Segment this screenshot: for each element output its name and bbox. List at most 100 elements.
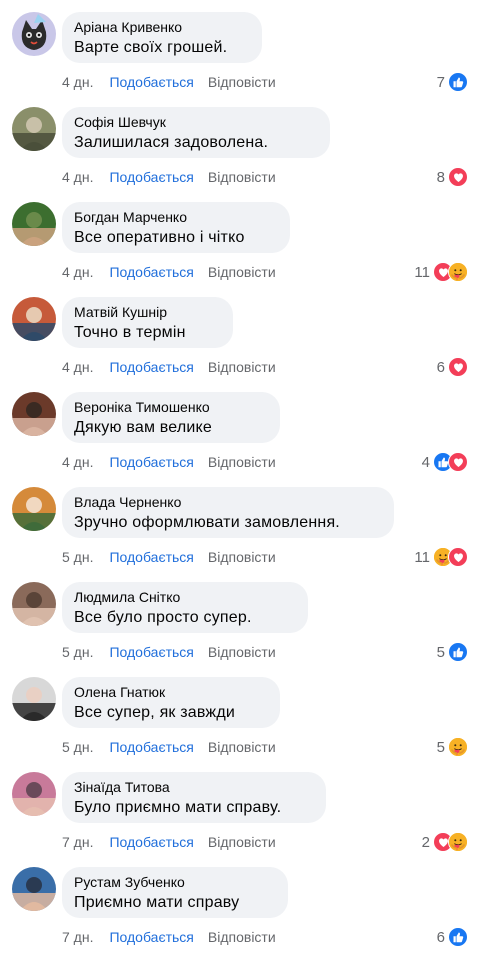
comment-author[interactable]: Аріана Кривенко — [74, 19, 182, 35]
comment-item: Влада Черненко Зручно оформлювати замовле… — [0, 475, 480, 570]
avatar[interactable] — [12, 582, 56, 626]
reaction-count: 6 — [436, 358, 445, 376]
comment-author[interactable]: Олена Гнатюк — [74, 684, 165, 700]
comment-meta: 7 дн. Подобається Відповісти — [62, 929, 276, 945]
like-button[interactable]: Подобається — [109, 549, 193, 565]
reaction-count: 6 — [436, 928, 445, 946]
care-icon — [448, 262, 468, 282]
comment-text: Варте своїх грошей. — [74, 39, 228, 56]
comment-item: Вероніка Тимошенко Дякую вам велике 4 дн. П… — [0, 380, 480, 475]
reactions-summary[interactable]: 6 — [437, 927, 468, 947]
comment-meta: 5 дн. Подобається Відповісти — [62, 549, 276, 565]
avatar[interactable] — [12, 772, 56, 816]
comment-item: Олена Гнатюк Все супер, як завжди 5 дн. Под… — [0, 665, 480, 760]
comment-meta: 4 дн. Подобається Відповісти — [62, 454, 276, 470]
comment-time[interactable]: 5 дн. — [62, 644, 93, 660]
reply-button[interactable]: Відповісти — [208, 929, 276, 945]
comment-author[interactable]: Софія Шевчук — [74, 114, 166, 130]
comment-author[interactable]: Рустам Зубченко — [74, 874, 185, 890]
comment-item: Богдан Марченко Все оперативно і чітко 4 д… — [0, 190, 480, 285]
comment-time[interactable]: 4 дн. — [62, 169, 93, 185]
comment-bubble: Вероніка Тимошенко Дякую вам велике — [62, 392, 280, 443]
like-icon — [448, 927, 468, 947]
comment-time[interactable]: 7 дн. — [62, 834, 93, 850]
reactions-summary[interactable]: 11 — [414, 262, 468, 282]
comment-bubble: Аріана Кривенко Варте своїх грошей. — [62, 12, 262, 63]
reaction-count: 7 — [436, 73, 445, 91]
like-button[interactable]: Подобається — [109, 929, 193, 945]
love-icon — [448, 452, 468, 472]
comment-author[interactable]: Влада Черненко — [74, 494, 181, 510]
reaction-count: 8 — [436, 168, 445, 186]
reply-button[interactable]: Відповісти — [208, 74, 276, 90]
reply-button[interactable]: Відповісти — [208, 454, 276, 470]
comment-author[interactable]: Зінаїда Титова — [74, 779, 170, 795]
like-button[interactable]: Подобається — [109, 264, 193, 280]
comment-time[interactable]: 5 дн. — [62, 739, 93, 755]
reaction-count: 2 — [421, 833, 430, 851]
avatar[interactable] — [12, 677, 56, 721]
comment-meta: 7 дн. Подобається Відповісти — [62, 834, 276, 850]
comment-text: Дякую вам велике — [74, 419, 213, 436]
avatar[interactable] — [12, 202, 56, 246]
comment-bubble: Олена Гнатюк Все супер, як завжди — [62, 677, 280, 728]
comment-time[interactable]: 7 дн. — [62, 929, 93, 945]
like-button[interactable]: Подобається — [109, 74, 193, 90]
reply-button[interactable]: Відповісти — [208, 549, 276, 565]
avatar[interactable] — [12, 392, 56, 436]
comment-bubble: Зінаїда Титова Було приємно мати справу. — [62, 772, 326, 823]
reply-button[interactable]: Відповісти — [208, 169, 276, 185]
reactions-summary[interactable]: 5 — [437, 642, 468, 662]
like-icon — [448, 642, 468, 662]
like-button[interactable]: Подобається — [109, 169, 193, 185]
comment-item: Аріана Кривенко Варте своїх грошей. 4 дн. П… — [0, 0, 480, 95]
comment-time[interactable]: 5 дн. — [62, 549, 93, 565]
like-button[interactable]: Подобається — [109, 834, 193, 850]
reactions-summary[interactable]: 7 — [437, 72, 468, 92]
comment-bubble: Рустам Зубченко Приємно мати справу — [62, 867, 288, 918]
reaction-count: 11 — [414, 548, 430, 566]
comment-text: Все було просто супер. — [74, 609, 252, 626]
love-icon — [448, 357, 468, 377]
like-button[interactable]: Подобається — [109, 739, 193, 755]
like-button[interactable]: Подобається — [109, 454, 193, 470]
reply-button[interactable]: Відповісти — [208, 644, 276, 660]
reactions-summary[interactable]: 8 — [437, 167, 468, 187]
reactions-summary[interactable]: 5 — [437, 737, 468, 757]
comment-time[interactable]: 4 дн. — [62, 454, 93, 470]
comment-meta: 5 дн. Подобається Відповісти — [62, 644, 276, 660]
comment-author[interactable]: Вероніка Тимошенко — [74, 399, 210, 415]
reactions-summary[interactable]: 4 — [422, 452, 468, 472]
comment-time[interactable]: 4 дн. — [62, 74, 93, 90]
comment-time[interactable]: 4 дн. — [62, 264, 93, 280]
comment-author[interactable]: Матвій Кушнір — [74, 304, 167, 320]
comment-meta: 4 дн. Подобається Відповісти — [62, 169, 276, 185]
reply-button[interactable]: Відповісти — [208, 739, 276, 755]
avatar[interactable] — [12, 107, 56, 151]
reply-button[interactable]: Відповісти — [208, 834, 276, 850]
comment-item: Людмила Снітко Все було просто супер. 5 дн… — [0, 570, 480, 665]
like-button[interactable]: Подобається — [109, 644, 193, 660]
avatar[interactable] — [12, 297, 56, 341]
reaction-count: 11 — [414, 263, 430, 281]
comment-author[interactable]: Людмила Снітко — [74, 589, 180, 605]
reactions-summary[interactable]: 11 — [414, 547, 468, 567]
like-button[interactable]: Подобається — [109, 359, 193, 375]
avatar[interactable] — [12, 867, 56, 911]
comment-item: Софія Шевчук Залишилася задоволена. 4 дн. П… — [0, 95, 480, 190]
avatar[interactable] — [12, 487, 56, 531]
comment-meta: 4 дн. Подобається Відповісти — [62, 359, 276, 375]
comment-text: Зручно оформлювати замовлення. — [74, 514, 340, 531]
reply-button[interactable]: Відповісти — [208, 264, 276, 280]
avatar[interactable] — [12, 12, 56, 56]
comment-bubble: Богдан Марченко Все оперативно і чітко — [62, 202, 290, 253]
comment-text: Залишилася задоволена. — [74, 134, 269, 151]
comment-time[interactable]: 4 дн. — [62, 359, 93, 375]
reactions-summary[interactable]: 6 — [437, 357, 468, 377]
comment-bubble: Софія Шевчук Залишилася задоволена. — [62, 107, 330, 158]
comment-author[interactable]: Богдан Марченко — [74, 209, 187, 225]
reply-button[interactable]: Відповісти — [208, 359, 276, 375]
love-icon — [448, 547, 468, 567]
reactions-summary[interactable]: 2 — [422, 832, 468, 852]
comment-item: Зінаїда Титова Було приємно мати справу. 7… — [0, 760, 480, 855]
